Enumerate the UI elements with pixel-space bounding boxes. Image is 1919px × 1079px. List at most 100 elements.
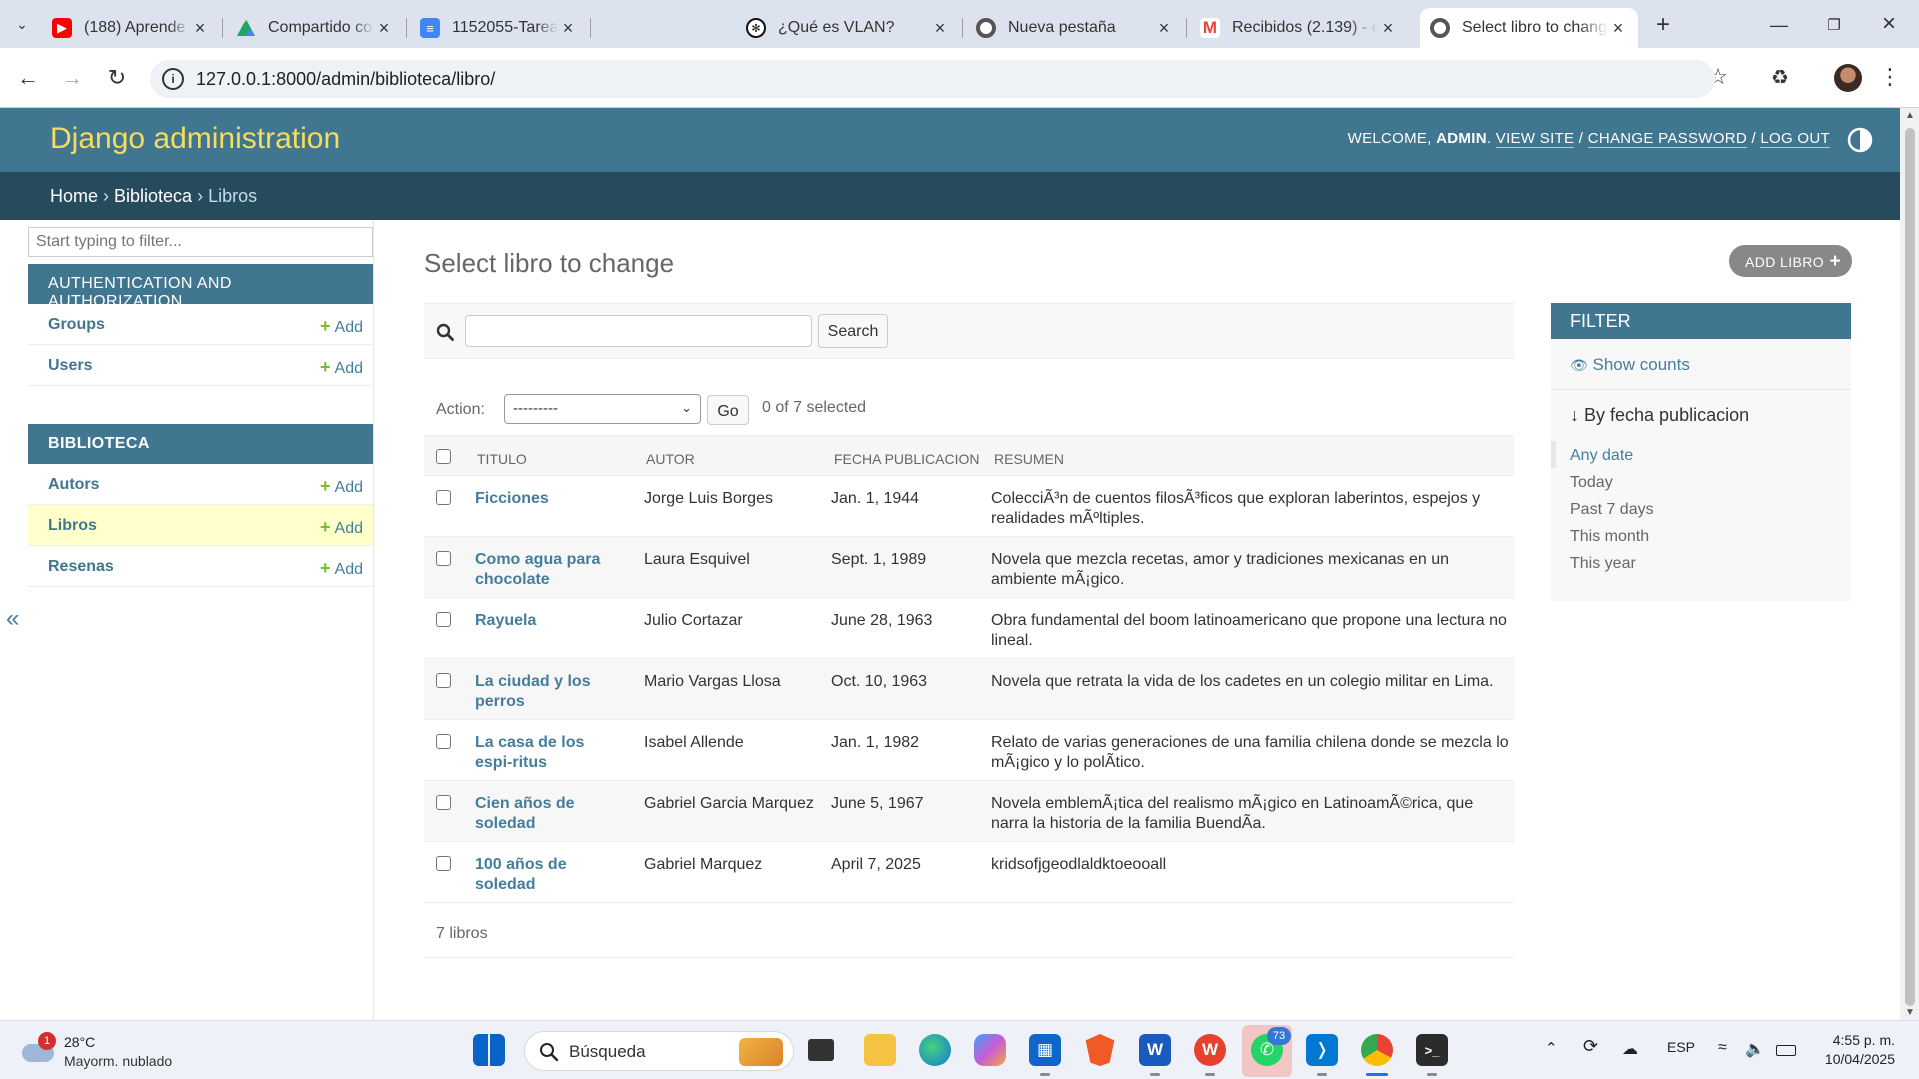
wifi-icon[interactable]: ≈ bbox=[1718, 1039, 1727, 1057]
brave-icon[interactable] bbox=[1085, 1034, 1115, 1066]
site-info-icon[interactable]: i bbox=[162, 68, 184, 90]
log-out-link[interactable]: Log out bbox=[1760, 130, 1830, 148]
filter-option-this-year[interactable]: This year bbox=[1551, 549, 1851, 576]
go-button[interactable]: Go bbox=[707, 395, 749, 425]
address-bar[interactable]: i 127.0.0.1:8000/admin/biblioteca/libro/ bbox=[150, 60, 1715, 98]
extensions-icon[interactable]: ♻ bbox=[1766, 62, 1794, 92]
model-link[interactable]: Libros bbox=[48, 517, 97, 535]
libro-title-link[interactable]: Ficciones bbox=[475, 489, 615, 509]
clock[interactable]: 4:55 p. m. 10/04/2025 bbox=[1825, 1031, 1895, 1069]
close-tab-icon[interactable]: × bbox=[374, 18, 394, 39]
browser-tab-active[interactable]: Select libro to chang × bbox=[1420, 8, 1638, 48]
filter-option-this-month[interactable]: This month bbox=[1551, 522, 1851, 549]
row-checkbox[interactable] bbox=[436, 734, 451, 749]
toggle-sidebar-button[interactable]: « bbox=[6, 605, 19, 633]
row-checkbox[interactable] bbox=[436, 795, 451, 810]
browser-tab-6[interactable]: M Recibidos (2.139) - e × bbox=[1190, 8, 1408, 48]
forward-icon[interactable]: → bbox=[58, 64, 86, 92]
libro-title-link[interactable]: Cien años de soledad bbox=[475, 794, 615, 834]
column-header-fecha[interactable]: Fecha publicacion bbox=[834, 451, 979, 467]
model-link[interactable]: Users bbox=[48, 357, 92, 375]
row-checkbox[interactable] bbox=[436, 551, 451, 566]
add-link[interactable]: + Add bbox=[320, 316, 363, 337]
action-select[interactable]: --------- ⌄ bbox=[504, 394, 701, 424]
onedrive-offline-icon[interactable]: ☁ bbox=[1622, 1039, 1638, 1059]
close-tab-icon[interactable]: × bbox=[1378, 18, 1398, 39]
row-checkbox[interactable] bbox=[436, 673, 451, 688]
browser-tab-chatgpt[interactable]: ✻ ¿Qué es VLAN? × bbox=[736, 8, 960, 48]
breadcrumb-home[interactable]: Home bbox=[50, 186, 98, 206]
copilot-icon[interactable] bbox=[974, 1034, 1006, 1066]
scrollbar-thumb[interactable] bbox=[1905, 128, 1915, 1006]
edge-icon[interactable] bbox=[919, 1034, 951, 1066]
new-tab-icon[interactable]: + bbox=[1650, 11, 1676, 38]
filter-option-any-date[interactable]: Any date bbox=[1551, 441, 1851, 468]
vertical-scrollbar[interactable]: ▲ ▼ bbox=[1900, 108, 1919, 1020]
column-header-resumen[interactable]: Resumen bbox=[994, 451, 1064, 467]
add-link[interactable]: + Add bbox=[320, 558, 363, 579]
terminal-icon[interactable]: >_ bbox=[1416, 1034, 1448, 1066]
model-link[interactable]: Resenas bbox=[48, 558, 114, 576]
close-tab-icon[interactable]: × bbox=[930, 18, 950, 39]
select-all-checkbox[interactable] bbox=[436, 449, 451, 464]
search-input[interactable] bbox=[465, 315, 812, 347]
language-indicator[interactable]: ESP bbox=[1667, 1039, 1695, 1055]
filter-option-past-7-days[interactable]: Past 7 days bbox=[1551, 495, 1851, 522]
column-header-titulo[interactable]: Titulo bbox=[477, 451, 527, 467]
add-link[interactable]: + Add bbox=[320, 476, 363, 497]
nav-filter-input[interactable] bbox=[28, 227, 373, 257]
task-view-icon[interactable] bbox=[808, 1039, 834, 1061]
add-link[interactable]: + Add bbox=[320, 357, 363, 378]
menu-kebab-icon[interactable]: ⋮ bbox=[1879, 62, 1901, 92]
theme-toggle-icon[interactable] bbox=[1847, 127, 1873, 153]
tab-search-chevron-icon[interactable]: ⌄ bbox=[10, 12, 34, 36]
tray-chevron-up-icon[interactable]: ⌃ bbox=[1545, 1039, 1558, 1057]
battery-icon[interactable] bbox=[1776, 1045, 1796, 1056]
start-windows-icon[interactable] bbox=[473, 1034, 505, 1066]
close-tab-icon[interactable]: × bbox=[1154, 18, 1174, 39]
volume-icon[interactable]: 🔈 bbox=[1745, 1039, 1765, 1059]
back-icon[interactable]: ← bbox=[14, 64, 42, 92]
breadcrumb-app[interactable]: Biblioteca bbox=[114, 186, 192, 206]
site-name[interactable]: Django administration bbox=[50, 122, 340, 156]
sync-icon[interactable]: ⟳ bbox=[1583, 1036, 1598, 1057]
filter-option-today[interactable]: Today bbox=[1551, 468, 1851, 495]
row-checkbox[interactable] bbox=[436, 612, 451, 627]
scroll-down-arrow-icon[interactable]: ▼ bbox=[1905, 1007, 1915, 1018]
libro-title-link[interactable]: Como agua para chocolate bbox=[475, 550, 615, 590]
close-tab-icon[interactable]: × bbox=[1608, 18, 1628, 39]
model-link[interactable]: Groups bbox=[48, 316, 105, 334]
sidebar-item-resenas[interactable]: Resenas + Add bbox=[28, 546, 373, 587]
word-icon[interactable]: W bbox=[1139, 1034, 1171, 1066]
reload-icon[interactable]: ↻ bbox=[103, 64, 131, 92]
sidebar-item-libros[interactable]: Libros + Add bbox=[28, 505, 373, 546]
browser-tab-1[interactable]: ▶ (188) Aprende React × bbox=[42, 8, 220, 48]
change-password-link[interactable]: Change password bbox=[1587, 130, 1747, 148]
chrome-icon[interactable] bbox=[1361, 1034, 1393, 1066]
model-link[interactable]: Autors bbox=[48, 476, 100, 494]
row-checkbox[interactable] bbox=[436, 490, 451, 505]
libro-title-link[interactable]: Rayuela bbox=[475, 611, 615, 631]
add-libro-button[interactable]: Add libro + bbox=[1729, 245, 1852, 277]
show-counts-link[interactable]: 👁 Show counts bbox=[1570, 355, 1690, 375]
module-caption[interactable]: Biblioteca bbox=[28, 424, 373, 464]
microsoft-store-icon[interactable]: ▦ bbox=[1029, 1034, 1061, 1066]
minimize-icon[interactable]: — bbox=[1765, 12, 1793, 38]
sidebar-item-autors[interactable]: Autors + Add bbox=[28, 464, 373, 505]
libro-title-link[interactable]: 100 años de soledad bbox=[475, 855, 615, 895]
close-window-icon[interactable]: × bbox=[1875, 10, 1903, 38]
vscode-icon[interactable]: ❭ bbox=[1306, 1034, 1338, 1066]
taskbar-search[interactable]: Búsqueda bbox=[524, 1031, 794, 1071]
add-link[interactable]: + Add bbox=[320, 517, 363, 538]
wps-office-icon[interactable]: W bbox=[1194, 1034, 1226, 1066]
libro-title-link[interactable]: La ciudad y los perros bbox=[475, 672, 615, 712]
file-explorer-icon[interactable] bbox=[864, 1034, 896, 1066]
weather-widget[interactable]: 1 28°C Mayorm. nublado bbox=[22, 1030, 222, 1074]
scroll-up-arrow-icon[interactable]: ▲ bbox=[1905, 110, 1915, 121]
sidebar-item-groups[interactable]: Groups + Add bbox=[28, 304, 373, 345]
search-button[interactable]: Search bbox=[818, 314, 888, 348]
module-caption[interactable]: Authentication and Authorization bbox=[28, 264, 373, 310]
sidebar-item-users[interactable]: Users + Add bbox=[28, 345, 373, 386]
browser-tab-5[interactable]: Nueva pestaña × bbox=[966, 8, 1184, 48]
close-tab-icon[interactable]: × bbox=[558, 18, 578, 39]
